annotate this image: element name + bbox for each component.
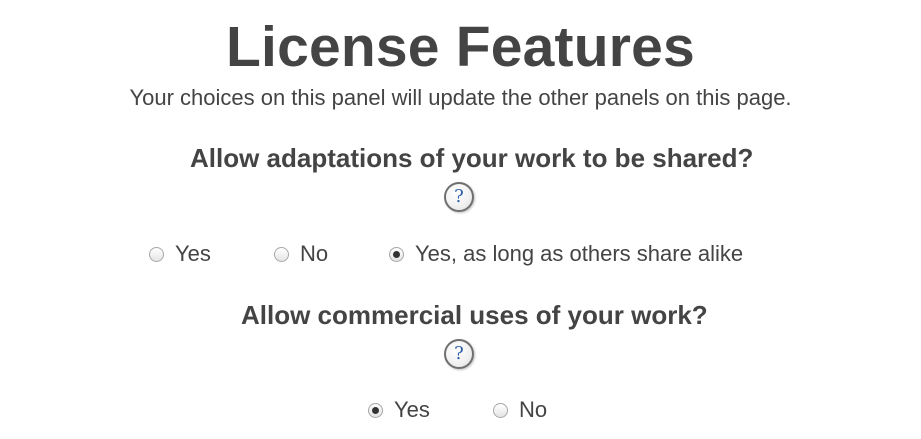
adaptations-share-alike-label: Yes, as long as others share alike [415, 241, 744, 266]
adaptations-share-alike-radio[interactable] [389, 246, 404, 262]
commercial-yes-label: Yes [394, 397, 430, 422]
adaptations-yes-label: Yes [175, 241, 211, 266]
commercial-no-radio[interactable] [493, 402, 508, 418]
page-subtitle: Your choices on this panel will update t… [129, 85, 792, 110]
commercial-yes-radio[interactable] [368, 402, 383, 418]
adaptations-option-yes[interactable]: Yes [149, 241, 211, 267]
adaptations-no-label: No [300, 241, 329, 266]
adaptations-option-share-alike[interactable]: Yes, as long as others share alike [389, 241, 743, 267]
adaptations-question: Allow adaptations of your work to be sha… [190, 143, 754, 173]
commercial-question: Allow commercial uses of your work? [241, 300, 708, 330]
page-title: License Features [226, 15, 695, 79]
adaptations-no-radio[interactable] [274, 246, 289, 262]
commercial-help-icon[interactable]: ? [444, 339, 474, 369]
commercial-option-yes[interactable]: Yes [368, 397, 430, 423]
commercial-option-no[interactable]: No [493, 397, 547, 423]
commercial-no-label: No [519, 397, 548, 422]
adaptations-yes-radio[interactable] [149, 246, 164, 262]
adaptations-option-no[interactable]: No [274, 241, 328, 267]
adaptations-help-icon[interactable]: ? [444, 182, 474, 212]
